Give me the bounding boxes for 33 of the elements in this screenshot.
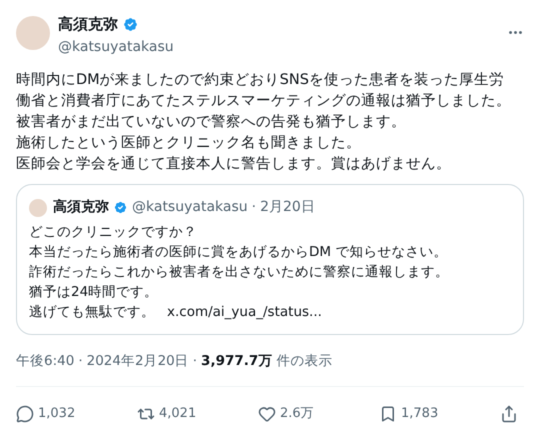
- quote-card[interactable]: 高須克弥 @katsuyatakasu · 2月20日 どこのクリニックですか？ 本当だったら施術者の医師に賞をあげるからDM で知らせなさい。 詐術だったらこれから被害者を出さないために警察に通報します。 猶予は24時間です。 逃げても無駄です。 x.com/ai_yua_/status...: [16, 184, 524, 335]
- repost-button[interactable]: 4,021: [137, 404, 257, 424]
- tweet-text: 時間内にDMが来ましたので約束どおりSNSを使った患者を装った厚生労働省と消費者庁にあてたステルスマーケティングの通報は猶予しました。: [16, 71, 511, 111]
- tweet-text: 施術したという医師とクリニック名も聞きました。: [16, 134, 362, 153]
- author-name[interactable]: 高須克弥: [58, 14, 118, 34]
- tweet-text: 被害者がまだ出ていないので警察への告発も猶予します。: [16, 112, 407, 132]
- upload-icon: [500, 405, 518, 423]
- quote-link[interactable]: x.com/ai_yua_/status...: [167, 302, 322, 322]
- avatar: [29, 198, 47, 216]
- separator: ·: [252, 198, 256, 217]
- view-count: 3,977.7万: [201, 352, 272, 371]
- heart-icon: [258, 405, 276, 423]
- bookmark-button[interactable]: 1,783: [379, 404, 499, 424]
- separator: ·: [192, 352, 198, 371]
- quote-text: 本当だったら施術者の医師に賞をあげるからDM で知らせなさい。: [29, 243, 448, 262]
- share-button[interactable]: [500, 405, 518, 423]
- quote-text: どこのクリニックですか？: [29, 223, 197, 242]
- author-handle[interactable]: @katsuyatakasu: [58, 39, 174, 55]
- bookmark-icon: [379, 405, 397, 423]
- separator: ·: [78, 352, 83, 371]
- like-button[interactable]: 2.6万: [258, 404, 378, 424]
- speech-bubble-icon: [16, 405, 34, 423]
- quote-date: 2月20日: [260, 198, 315, 217]
- tweet-text: 医師会と学会を通じて直接本人に警告します。賞はあげません。: [16, 155, 452, 174]
- post-date[interactable]: 2024年2月20日: [86, 351, 189, 372]
- quote-text: 猶予は24時間です。: [29, 283, 158, 302]
- quote-handle: @katsuyatakasu: [132, 198, 248, 217]
- quote-author-name: 高須克弥: [53, 198, 109, 217]
- view-label: 件の表示: [276, 352, 332, 371]
- reply-button[interactable]: 1,032: [16, 404, 136, 424]
- quote-text: 詐術だったらこれから被害者を出さないために警察に通報します。: [29, 263, 449, 282]
- post-time[interactable]: 午後6:40: [16, 351, 74, 372]
- quote-text: 逃げても無駄です。: [29, 303, 155, 322]
